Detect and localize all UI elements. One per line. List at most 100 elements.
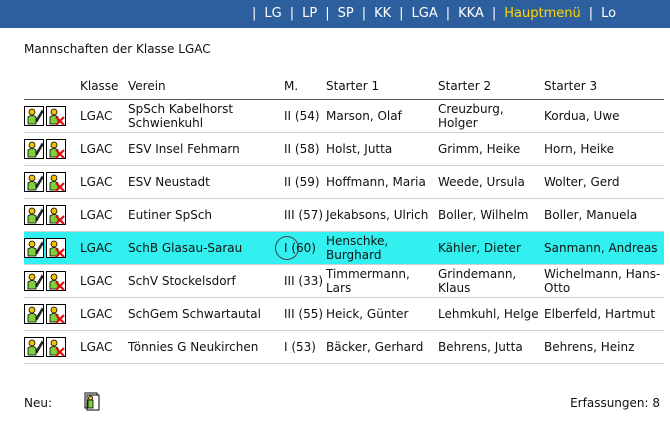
m-text: III (33) — [284, 274, 324, 288]
header-starter-3: Starter 3 — [544, 77, 664, 100]
nav-separator: | — [588, 6, 594, 21]
teams-table-container: Klasse Verein M. Starter 1 Starter 2 Sta… — [24, 77, 664, 364]
row-actions — [24, 265, 80, 298]
table-row[interactable]: LGAC ESV Insel Fehmarn II (58) Holst, Jutta… — [24, 133, 664, 166]
cell-m: II (58) — [284, 133, 326, 166]
cell-starter-3: Horn, Heike — [544, 142, 614, 156]
new-document-icon[interactable] — [82, 392, 102, 412]
cell-starter-3: Kordua, Uwe — [544, 109, 620, 123]
table-row[interactable]: LGAC Eutiner SpSch III (57) Jekabsons, Ulri… — [24, 199, 664, 232]
m-value: I (60) — [275, 236, 316, 260]
m-text: III (57) — [284, 208, 324, 222]
cell-klasse: LGAC — [80, 307, 113, 321]
nav-item-lg[interactable]: LG — [264, 6, 281, 21]
table-row[interactable]: LGAC SchB Glasau-Sarau I (60) Henschke, Bur… — [24, 231, 664, 265]
cell-starter-2: Grimm, Heike — [438, 142, 521, 156]
cell-m: I (60) — [275, 231, 326, 265]
header-starter-2: Starter 2 — [438, 77, 544, 100]
cell-starter-1: Holst, Jutta — [326, 142, 393, 156]
nav-item-lga[interactable]: LGA — [412, 6, 438, 21]
page-title: Mannschaften der Klasse LGAC — [24, 42, 211, 56]
nav-item-hauptmen-[interactable]: Hauptmenü — [504, 6, 580, 21]
nav-item-kka[interactable]: KKA — [458, 6, 484, 21]
cell-klasse: LGAC — [80, 340, 113, 354]
nav-separator: | — [491, 6, 497, 21]
table-body: LGAC SpSch Kabelhorst Schwienkuhl II (54) M… — [24, 100, 664, 364]
nav-item-lo[interactable]: Lo — [601, 6, 616, 21]
header-verein: Verein — [128, 77, 284, 100]
nav-item-kk[interactable]: KK — [374, 6, 391, 21]
row-actions — [24, 199, 80, 232]
cell-klasse: LGAC — [80, 231, 128, 265]
edit-person-icon[interactable] — [24, 271, 44, 291]
edit-person-icon[interactable] — [24, 205, 44, 225]
row-actions — [24, 166, 80, 199]
m-text: I (53) — [284, 340, 316, 354]
cell-verein: SchV Stockelsdorf — [128, 274, 236, 288]
table-row[interactable]: LGAC ESV Neustadt II (59) Hoffmann, Maria We… — [24, 166, 664, 199]
m-value: III (57) — [284, 208, 323, 222]
cell-klasse: LGAC — [80, 274, 113, 288]
cell-starter-3: Sanmann, Andreas — [544, 231, 664, 265]
edit-person-icon[interactable] — [24, 238, 44, 258]
nav-separator: | — [289, 6, 295, 21]
m-text: II (58) — [284, 142, 320, 156]
cell-starter-2: Weede, Ursula — [438, 175, 525, 189]
row-actions — [24, 298, 80, 331]
edit-person-icon[interactable] — [24, 139, 44, 159]
delete-person-icon[interactable] — [46, 271, 66, 291]
cell-starter-2: Behrens, Jutta — [438, 340, 523, 354]
cell-verein: Tönnies G Neukirchen — [128, 340, 259, 354]
cell-klasse: LGAC — [80, 175, 113, 189]
cell-starter-3: Wichelmann, Hans-Otto — [544, 267, 661, 295]
cell-m: III (33) — [284, 265, 326, 298]
table-header-row: Klasse Verein M. Starter 1 Starter 2 Sta… — [24, 77, 664, 100]
nav-separator: | — [399, 6, 404, 21]
cell-klasse: LGAC — [80, 208, 113, 222]
delete-person-icon[interactable] — [46, 304, 66, 324]
edit-person-icon[interactable] — [24, 172, 44, 192]
cell-starter-1: Marson, Olaf — [326, 109, 402, 123]
nav-item-lp[interactable]: LP — [302, 6, 317, 21]
cell-m: II (59) — [284, 166, 326, 199]
cell-starter-3: Wolter, Gerd — [544, 175, 620, 189]
m-value: I (53) — [284, 340, 316, 354]
cell-klasse: LGAC — [80, 109, 113, 123]
table-row[interactable]: LGAC Tönnies G Neukirchen I (53) Bäcker, Ge… — [24, 331, 664, 364]
edit-person-icon[interactable] — [24, 106, 44, 126]
edit-person-icon[interactable] — [24, 337, 44, 357]
m-text: II (54) — [284, 109, 320, 123]
nav-item-sp[interactable]: SP — [338, 6, 354, 21]
delete-person-icon[interactable] — [46, 106, 66, 126]
cell-starter-1: Timmermann, Lars — [326, 267, 410, 295]
table-row[interactable]: LGAC SchGem Schwartautal III (55) Heick, Gü… — [24, 298, 664, 331]
table-row[interactable]: LGAC SpSch Kabelhorst Schwienkuhl II (54) M… — [24, 100, 664, 133]
edit-person-icon[interactable] — [24, 304, 44, 324]
m-text: III (55) — [284, 307, 324, 321]
cell-starter-3: Boller, Manuela — [544, 208, 638, 222]
cell-starter-1: Hoffmann, Maria — [326, 175, 426, 189]
cell-starter-1: Heick, Günter — [326, 307, 409, 321]
delete-person-icon[interactable] — [46, 238, 66, 258]
cell-klasse: LGAC — [80, 142, 113, 156]
cell-starter-3: Elberfeld, Hartmut — [544, 307, 656, 321]
delete-person-icon[interactable] — [46, 337, 66, 357]
nav-separator: | — [252, 6, 257, 21]
header-starter-1: Starter 1 — [326, 77, 438, 100]
header-m: M. — [284, 77, 326, 100]
new-label: Neu: — [24, 396, 53, 410]
row-actions — [24, 331, 80, 364]
cell-verein: Eutiner SpSch — [128, 208, 213, 222]
m-value: III (33) — [284, 274, 323, 288]
row-actions — [24, 100, 80, 133]
cursor-circle — [275, 236, 299, 260]
top-navigation-bar: | LG | LP | SP | KK | LGA | KKA | Hauptmenü | Lo — [0, 0, 670, 28]
delete-person-icon[interactable] — [46, 139, 66, 159]
delete-person-icon[interactable] — [46, 172, 66, 192]
cell-starter-1: Bäcker, Gerhard — [326, 340, 424, 354]
header-actions — [24, 77, 80, 100]
cell-starter-1: Henschke, Burghard — [326, 231, 438, 265]
cell-verein: ESV Neustadt — [128, 175, 210, 189]
table-row[interactable]: LGAC SchV Stockelsdorf III (33) Timmermann,… — [24, 265, 664, 298]
delete-person-icon[interactable] — [46, 205, 66, 225]
